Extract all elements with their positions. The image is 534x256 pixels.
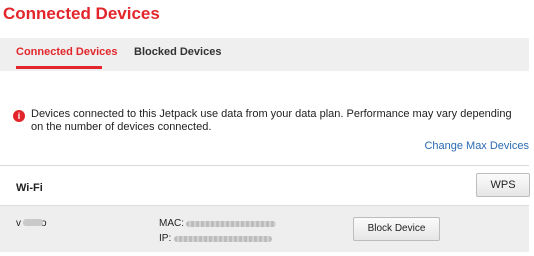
ip-label: IP: [159, 233, 172, 244]
device-row: vo MAC: IP: Block Device [0, 205, 529, 252]
redacted-device-name [23, 219, 43, 226]
info-icon: i [13, 110, 25, 122]
wifi-section-title: Wi-Fi [16, 182, 43, 194]
block-device-button[interactable]: Block Device [353, 217, 440, 241]
page-title: Connected Devices [3, 4, 160, 23]
divider [0, 165, 529, 166]
tab-blocked-devices[interactable]: Blocked Devices [134, 46, 221, 58]
active-tab-indicator [16, 66, 102, 69]
change-max-devices-link[interactable]: Change Max Devices [424, 140, 529, 152]
redacted-ip-address [174, 236, 272, 242]
notice-text: Devices connected to this Jetpack use da… [31, 108, 512, 133]
tab-connected-devices[interactable]: Connected Devices [16, 46, 117, 58]
device-name-prefix: v [16, 218, 21, 229]
mac-label: MAC: [159, 218, 184, 229]
wps-button[interactable]: WPS [476, 173, 530, 197]
tab-bar: Connected Devices Blocked Devices [0, 38, 529, 71]
redacted-mac-address [186, 221, 276, 227]
